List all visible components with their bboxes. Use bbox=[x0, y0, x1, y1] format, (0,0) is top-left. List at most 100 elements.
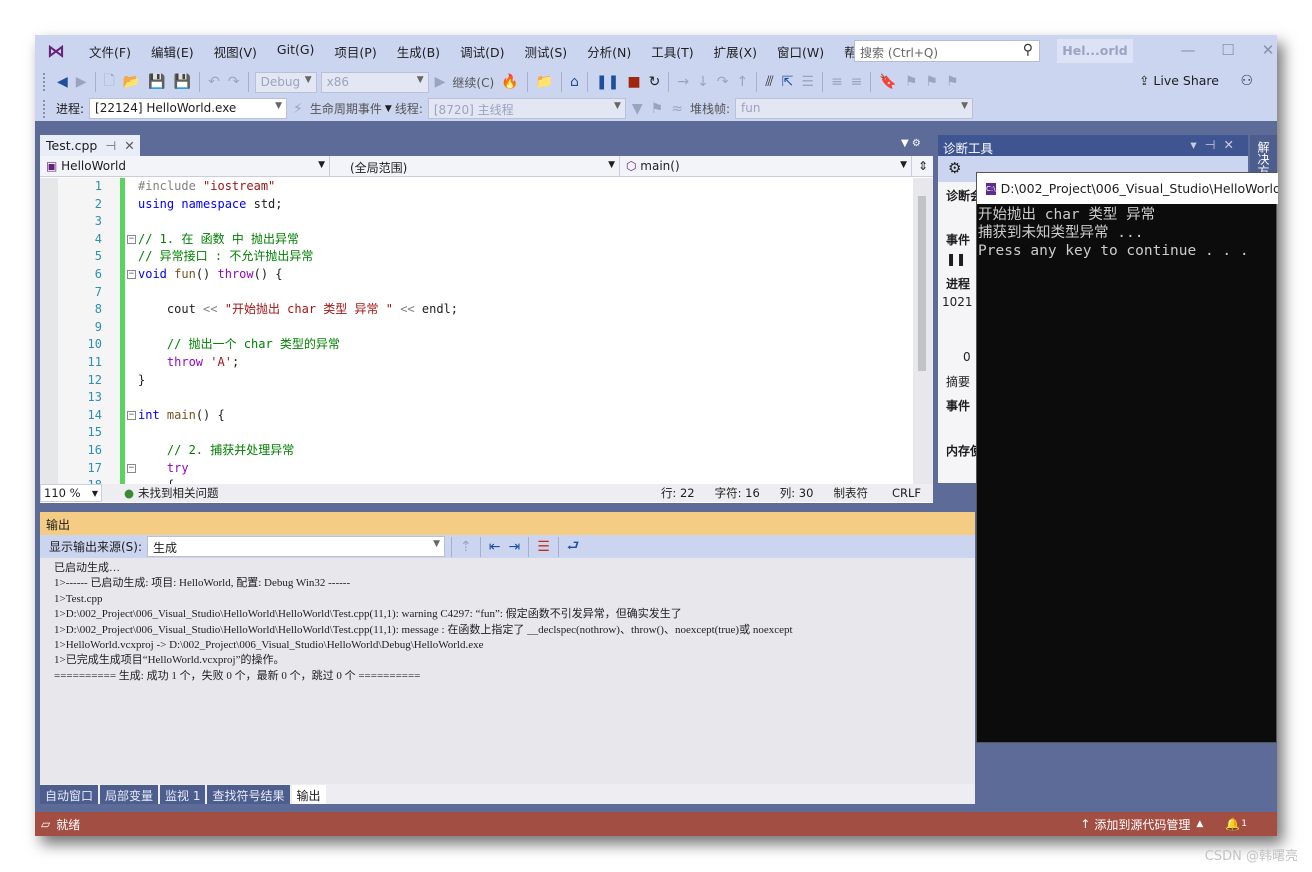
close-tab-icon[interactable]: ✕ bbox=[124, 138, 134, 153]
undo-icon[interactable]: ↶ bbox=[208, 74, 220, 90]
pin-icon[interactable]: ⊣ bbox=[105, 138, 116, 153]
editor-status-bar: 110 % ▼ ● 未找到相关问题 行: 22 字符: 16 列: 30 制表符 … bbox=[40, 484, 933, 502]
menu-item[interactable]: 窗口(W) bbox=[767, 42, 834, 61]
ready-icon: ▱ bbox=[41, 817, 51, 831]
back-icon[interactable]: ◀ bbox=[57, 74, 68, 90]
notifications-icon[interactable]: 🔔 bbox=[1225, 817, 1240, 831]
bottom-tab[interactable]: 输出 bbox=[291, 785, 326, 804]
member-select[interactable]: ⬡ main() ▼ bbox=[620, 156, 912, 176]
issues-indicator[interactable]: 未找到相关问题 bbox=[138, 485, 219, 501]
lifecycle-events-button[interactable]: 生命周期事件 bbox=[310, 100, 382, 117]
collapse-icon[interactable]: − bbox=[127, 410, 136, 420]
collapse-icon[interactable]: − bbox=[127, 270, 136, 279]
find-icon[interactable]: 📁 bbox=[536, 74, 553, 90]
feedback-icon[interactable]: ⚇ bbox=[1240, 73, 1253, 89]
collapse-icon[interactable]: − bbox=[127, 463, 136, 473]
indent-icon[interactable]: ≡ bbox=[831, 74, 843, 90]
minimize-button[interactable]: — bbox=[1177, 41, 1199, 61]
hot-reload-icon[interactable]: 🔥 bbox=[501, 74, 518, 90]
save-icon[interactable]: 💾 bbox=[148, 74, 165, 90]
comment-icon[interactable]: ☰ bbox=[801, 74, 814, 90]
redo-icon[interactable]: ↷ bbox=[228, 74, 240, 90]
hex-icon[interactable]: ⫻ bbox=[765, 74, 773, 90]
thread-select[interactable]: [8720] 主线程 ▼ bbox=[427, 98, 626, 119]
settings-icon[interactable]: ⚙ bbox=[948, 159, 961, 177]
menu-item[interactable]: 扩展(X) bbox=[704, 42, 767, 61]
close-window-button[interactable]: ✕ bbox=[1257, 41, 1279, 61]
live-share-button[interactable]: ⇪ Live Share bbox=[1139, 73, 1219, 88]
save-all-icon[interactable]: 💾 bbox=[174, 74, 191, 90]
next-message-icon[interactable]: ⇥ bbox=[509, 539, 521, 555]
continue-button[interactable]: 继续(C) bbox=[452, 74, 494, 91]
menu-item[interactable]: 工具(T) bbox=[641, 42, 703, 61]
output-text[interactable]: 已启动生成… 1>------ 已启动生成: 项目: HelloWorld, 配置… bbox=[40, 558, 975, 784]
pause-icon[interactable]: ❚❚ bbox=[596, 74, 619, 90]
bottom-tab[interactable]: 局部变量 bbox=[100, 785, 159, 804]
restart-icon[interactable]: ↻ bbox=[649, 74, 661, 90]
tab-summary[interactable]: 摘要 bbox=[946, 373, 970, 390]
process-select[interactable]: [22124] HelloWorld.exe ▼ bbox=[89, 98, 288, 119]
bottom-tab[interactable]: 自动窗口 bbox=[40, 785, 99, 804]
tab-list-dropdown-icon[interactable]: ▼ ⚙ bbox=[901, 138, 921, 149]
new-item-icon[interactable]: 🗋 bbox=[104, 70, 115, 94]
code-token: fun bbox=[174, 267, 196, 281]
code-text: // 1. 在 函数 中 抛出异常 bbox=[138, 231, 299, 249]
tab-test-cpp[interactable]: Test.cpp ⊣ ✕ bbox=[40, 135, 140, 156]
output-source-select[interactable]: 生成 ▼ bbox=[147, 536, 446, 557]
menu-item[interactable]: 项目(P) bbox=[324, 42, 386, 61]
outdent-icon[interactable]: ≡ bbox=[851, 74, 863, 90]
menu-item[interactable]: 编辑(E) bbox=[141, 42, 204, 61]
project-select[interactable]: ▣ HelloWorld ▼ bbox=[40, 156, 330, 176]
show-next-statement-icon[interactable]: → bbox=[677, 74, 689, 90]
step-into-icon[interactable]: ↓ bbox=[697, 74, 709, 90]
code-area[interactable]: 1 #include "iostream" 2 using namespace std… bbox=[40, 178, 913, 484]
menu-item[interactable]: 视图(V) bbox=[204, 42, 267, 61]
menu-item[interactable]: 测试(S) bbox=[514, 42, 577, 61]
next-bookmark-icon[interactable]: ⚑ bbox=[925, 74, 938, 90]
line-number: 7 bbox=[94, 284, 102, 299]
code-line: 6 − void fun() throw() { bbox=[40, 266, 913, 284]
menu-item[interactable]: 分析(N) bbox=[577, 42, 641, 61]
maximize-button[interactable]: ☐ bbox=[1217, 41, 1239, 61]
menu-item[interactable]: Git(G) bbox=[267, 42, 325, 61]
filter-icon[interactable]: ▼ bbox=[632, 101, 643, 117]
configuration-select[interactable]: Debug ▼ bbox=[254, 71, 317, 93]
menu-item[interactable]: 生成(B) bbox=[387, 42, 450, 61]
threads-icon[interactable]: ≈ bbox=[671, 101, 683, 117]
clear-all-icon[interactable]: ☰ bbox=[537, 539, 550, 555]
console-window[interactable]: C:\ D:\002_Project\006_Visual_Studio\Hell… bbox=[976, 172, 1278, 743]
bottom-tab[interactable]: 查找符号结果 bbox=[207, 785, 290, 804]
breakpoint-icon[interactable]: ⇱ bbox=[782, 74, 794, 90]
step-over-icon[interactable]: ↷ bbox=[717, 74, 729, 90]
zoom-select[interactable]: 110 % ▼ bbox=[40, 484, 102, 502]
prev-bookmark-icon[interactable]: ⚑ bbox=[905, 74, 918, 90]
line-ending-indicator[interactable]: CRLF bbox=[892, 486, 921, 500]
collapse-icon[interactable]: − bbox=[127, 234, 136, 244]
scope-select[interactable]: (全局范围) ▼ bbox=[330, 156, 620, 176]
split-icon[interactable]: ⇕ bbox=[912, 156, 933, 176]
open-folder-icon[interactable]: 📂 bbox=[123, 74, 140, 90]
word-wrap-icon[interactable]: ⮐ bbox=[567, 535, 580, 559]
menu-item[interactable]: 调试(D) bbox=[450, 42, 514, 61]
add-to-source-control-button[interactable]: 添加到源代码管理 bbox=[1094, 816, 1190, 833]
step-out-icon[interactable]: ↑ bbox=[737, 74, 749, 90]
stack-frame-select[interactable]: fun ▼ bbox=[735, 98, 973, 119]
prev-message-icon[interactable]: ⇤ bbox=[489, 539, 501, 555]
scrollbar-thumb[interactable] bbox=[918, 196, 926, 371]
pause-icon[interactable]: ❚❚ bbox=[946, 252, 966, 266]
menu-item[interactable]: 文件(F) bbox=[79, 42, 141, 61]
forward-icon[interactable]: ▶ bbox=[76, 74, 87, 90]
bottom-tab[interactable]: 监视 1 bbox=[160, 785, 206, 804]
platform-select[interactable]: x86 ▼ bbox=[320, 71, 429, 93]
indentation-indicator[interactable]: 制表符 bbox=[833, 485, 868, 501]
debug-location-toolbar: 进程: [22124] HelloWorld.exe ▼ ⚡ 生命周期事件 ▼ 线程:… bbox=[35, 96, 1277, 121]
panel-controls-icon[interactable]: ▾⊣✕ bbox=[1190, 137, 1242, 152]
home-icon[interactable]: ⌂ bbox=[570, 74, 579, 90]
bookmark-icon[interactable]: 🔖 bbox=[879, 74, 896, 90]
stop-icon[interactable]: ■ bbox=[627, 74, 640, 90]
search-input[interactable]: 搜索 (Ctrl+Q) ⚲ bbox=[854, 40, 1040, 62]
find-message-icon[interactable]: ⇡ bbox=[460, 539, 472, 555]
clear-bookmarks-icon[interactable]: ⚑ bbox=[946, 74, 959, 90]
code-line: 2 using namespace std; bbox=[40, 196, 913, 214]
flag-icon[interactable]: ⚑ bbox=[651, 101, 664, 117]
